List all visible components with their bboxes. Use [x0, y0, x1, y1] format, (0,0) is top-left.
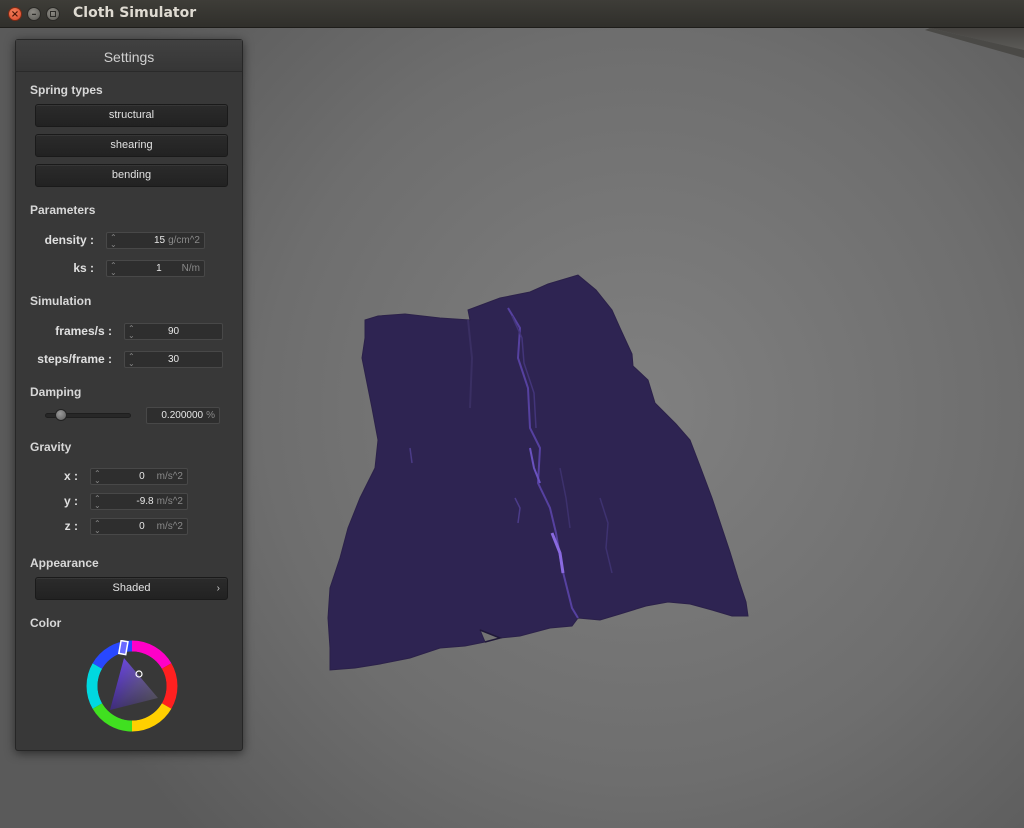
damping-value: 0.200000 [161, 410, 204, 421]
appearance-selected: Shaded [112, 582, 151, 594]
gravity-y-value: -9.8 [136, 496, 154, 507]
close-icon[interactable]: × [8, 7, 22, 21]
fps-label: frames/s : [55, 324, 112, 338]
window-titlebar: × – Cloth Simulator [0, 0, 1024, 28]
ks-label: ks : [73, 261, 94, 275]
window-title: Cloth Simulator [73, 5, 197, 21]
appearance-heading: Appearance [30, 556, 99, 570]
steps-label: steps/frame : [37, 352, 112, 366]
parameters-heading: Parameters [30, 203, 96, 217]
ks-value: 1 [156, 263, 162, 274]
ks-unit: N/m [181, 263, 200, 274]
gravity-z-field[interactable]: ⌃ ⌄ 0 m/s^2 [90, 518, 188, 535]
spinner-arrows-icon[interactable]: ⌃ ⌄ [94, 495, 101, 510]
spinner-arrows-icon[interactable]: ⌃ ⌄ [94, 520, 101, 535]
color-heading: Color [30, 616, 62, 630]
spinner-arrows-icon[interactable]: ⌃ ⌄ [94, 470, 101, 485]
density-value: 15 [153, 235, 166, 246]
panel-title[interactable]: Settings [16, 40, 242, 72]
fps-value: 90 [167, 326, 180, 337]
gravity-z-value: 0 [139, 521, 145, 532]
density-unit: g/cm^2 [168, 235, 200, 246]
gravity-x-field[interactable]: ⌃ ⌄ 0 m/s^2 [90, 468, 188, 485]
shearing-button[interactable]: shearing [35, 134, 228, 157]
maximize-icon[interactable] [46, 7, 60, 21]
structural-button[interactable]: structural [35, 104, 228, 127]
gravity-x-value: 0 [139, 471, 145, 482]
gravity-heading: Gravity [30, 440, 72, 454]
ks-field[interactable]: ⌃ ⌄ 1 N/m [106, 260, 205, 277]
bending-button[interactable]: bending [35, 164, 228, 187]
appearance-dropdown[interactable]: Shaded › [35, 577, 228, 600]
gravity-z-label: z : [64, 519, 78, 533]
spinner-arrows-icon[interactable]: ⌃ ⌄ [110, 262, 117, 277]
damping-unit: % [206, 410, 215, 421]
density-label: density : [44, 233, 94, 247]
spring-types-heading: Spring types [30, 83, 103, 97]
gravity-y-field[interactable]: ⌃ ⌄ -9.8 m/s^2 [90, 493, 188, 510]
steps-field[interactable]: ⌃ ⌄ 30 [124, 351, 223, 368]
gravity-x-unit: m/s^2 [156, 471, 183, 482]
density-field[interactable]: ⌃ ⌄ 15 g/cm^2 [106, 232, 205, 249]
settings-panel: Settings Spring types structural shearin… [15, 39, 243, 751]
minimize-icon[interactable]: – [27, 7, 41, 21]
spinner-arrows-icon[interactable]: ⌃ ⌄ [110, 234, 117, 249]
hue-marker[interactable] [117, 640, 129, 656]
fps-field[interactable]: ⌃ ⌄ 90 [124, 323, 223, 340]
gravity-x-label: x : [63, 469, 78, 483]
damping-slider-handle[interactable] [55, 409, 67, 421]
gravity-y-unit: m/s^2 [156, 496, 183, 507]
damping-heading: Damping [30, 385, 82, 399]
gravity-y-label: y : [63, 494, 78, 508]
damping-field[interactable]: 0.200000% [146, 407, 220, 424]
chevron-right-icon: › [216, 583, 220, 594]
color-wheel[interactable] [86, 640, 178, 732]
simulation-heading: Simulation [30, 294, 92, 308]
steps-value: 30 [167, 354, 180, 365]
gravity-z-unit: m/s^2 [156, 521, 183, 532]
